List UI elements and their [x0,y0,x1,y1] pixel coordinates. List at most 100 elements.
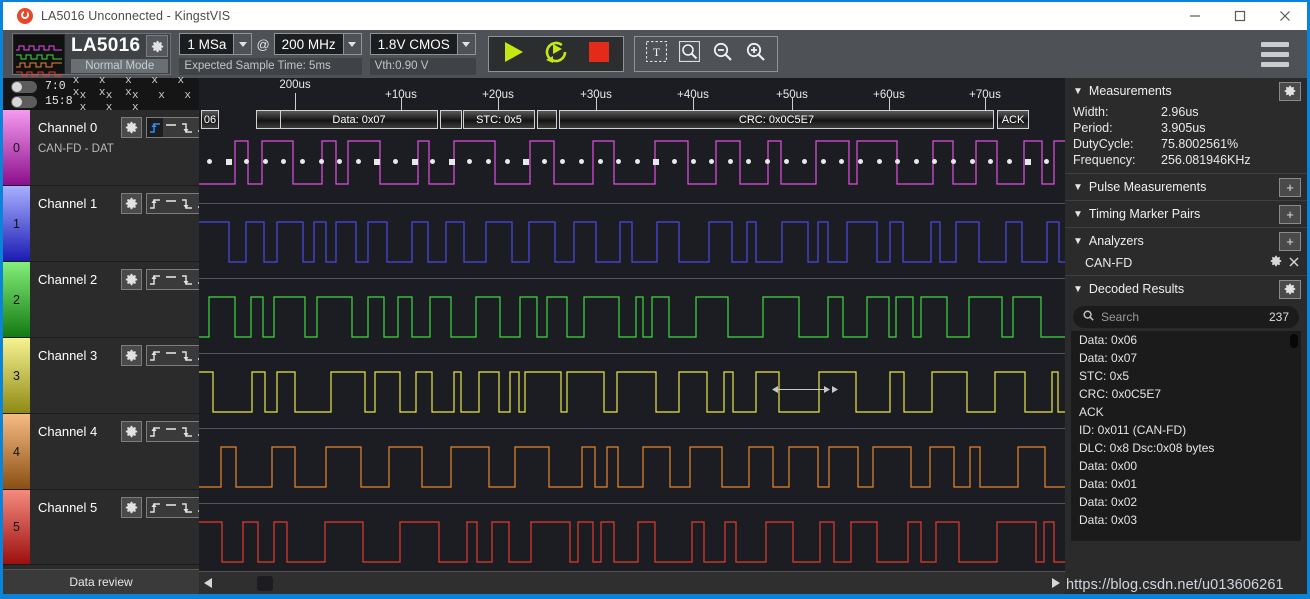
chevron-right-icon[interactable] [1047,573,1065,593]
decoded-results-list[interactable]: Data: 0x06 Data: 0x07 STC: 0x5 CRC: 0x0C5E7… [1071,331,1301,541]
decoded-annotation-block[interactable]: STC: 0x5 [463,110,535,129]
analyzers-header[interactable]: ▼ Analyzers + [1065,228,1307,254]
gear-icon[interactable] [121,497,142,518]
decoded-annotation-block[interactable]: ACK [997,110,1029,129]
rising-edge-icon[interactable] [147,498,163,517]
close-button[interactable] [1262,2,1307,30]
gear-icon[interactable] [121,345,142,366]
high-level-icon[interactable] [163,346,179,365]
waveform-lane-2[interactable] [199,279,1065,354]
channel-group-toggle-low[interactable] [11,80,37,93]
decoded-result-row[interactable]: Data: 0x03 [1071,511,1301,529]
maximize-button[interactable] [1217,2,1262,30]
chevron-down-icon[interactable]: ▼ [1073,236,1083,247]
high-level-icon[interactable] [163,194,179,213]
data-review-button[interactable]: Data review [3,569,199,594]
add-pulse-measurement-button[interactable]: + [1279,177,1301,197]
decoded-annotation-block[interactable] [440,110,462,129]
waveform-area[interactable]: 200us +10us +20us +30us +40us +50us +60us +70us… [199,78,1065,594]
gear-icon[interactable] [121,117,142,138]
zoom-area-button[interactable] [678,40,700,67]
horizontal-scrollbar[interactable] [199,571,1065,594]
falling-edge-icon[interactable] [179,422,195,441]
chevron-down-icon[interactable]: ▼ [1073,209,1083,220]
channel-name[interactable]: Channel 2 [38,272,121,287]
high-level-icon[interactable] [163,270,179,289]
decoded-result-row[interactable]: Data: 0x07 [1071,349,1301,367]
text-select-button[interactable]: T [645,40,667,67]
high-level-icon[interactable] [163,498,179,517]
device-settings-button[interactable] [146,35,169,57]
add-analyzer-button[interactable]: + [1279,231,1301,251]
decoded-result-row[interactable]: STC: 0x5 [1071,367,1301,385]
stop-capture-button[interactable] [588,41,609,67]
waveform-lane-4[interactable] [199,429,1065,504]
falling-edge-icon[interactable] [179,498,195,517]
channel-color-strip[interactable]: 4 [3,414,30,489]
falling-edge-icon[interactable] [179,194,195,213]
start-capture-button[interactable] [503,40,525,69]
decoded-results-header[interactable]: ▼ Decoded Results [1065,276,1307,302]
channel-color-strip[interactable]: 3 [3,338,30,413]
waveform-lane-3[interactable] [199,354,1065,429]
rising-edge-icon[interactable] [147,194,163,213]
chevron-down-icon[interactable]: ▼ [1073,182,1083,193]
sample-depth-select[interactable]: 1 MSa [179,33,253,55]
minimize-button[interactable] [1172,2,1217,30]
results-scrollbar-thumb[interactable] [1290,334,1298,348]
decoded-result-row[interactable]: Data: 0x01 [1071,475,1301,493]
decoded-annotation-block[interactable]: 06 [201,110,219,129]
gear-icon[interactable] [121,193,142,214]
chevron-down-icon[interactable] [342,34,361,54]
pulse-measurements-header[interactable]: ▼ Pulse Measurements + [1065,174,1307,200]
hamburger-menu-icon[interactable] [1261,41,1289,67]
gear-icon[interactable] [121,269,142,290]
decoded-result-row[interactable]: DLC: 0x8 Dsc:0x08 bytes [1071,439,1301,457]
chevron-down-icon[interactable] [456,34,475,54]
decoded-results-settings-button[interactable] [1279,279,1301,299]
waveform-lane-1[interactable] [199,204,1065,279]
channel-name[interactable]: Channel 1 [38,196,121,211]
search-input[interactable]: Search 237 [1073,306,1299,328]
decoded-annotation-block[interactable] [537,110,557,129]
channel-color-strip[interactable]: 0 [3,110,30,185]
gear-icon[interactable] [1270,255,1282,270]
timing-marker-pairs-header[interactable]: ▼ Timing Marker Pairs + [1065,201,1307,227]
decoded-result-row[interactable]: Data: 0x06 [1071,331,1301,349]
rising-edge-icon[interactable] [147,118,163,137]
channel-name[interactable]: Channel 4 [38,424,121,439]
falling-edge-icon[interactable] [179,118,195,137]
measurements-settings-button[interactable] [1279,81,1301,101]
channel-color-strip[interactable]: 5 [3,490,30,564]
loop-capture-button[interactable] [543,40,571,69]
waveform-lane-0[interactable] [199,129,1065,204]
decoded-result-row[interactable]: ACK [1071,403,1301,421]
sample-rate-select[interactable]: 200 MHz [273,33,362,55]
close-icon[interactable] [1289,256,1299,270]
channel-name[interactable]: Channel 0 [38,120,121,135]
zoom-out-button[interactable] [712,41,733,67]
high-level-icon[interactable] [163,422,179,441]
chevron-down-icon[interactable]: ▼ [1073,86,1083,97]
rising-edge-icon[interactable] [147,270,163,289]
voltage-level-select[interactable]: 1.8V CMOS [369,33,476,55]
waveform-lane-5[interactable] [199,504,1065,579]
rising-edge-icon[interactable] [147,422,163,441]
channel-color-strip[interactable]: 2 [3,262,30,337]
high-level-icon[interactable] [163,118,179,137]
decoded-result-row[interactable]: Data: 0x02 [1071,493,1301,511]
chevron-down-icon[interactable] [233,34,252,54]
decoded-result-row[interactable]: CRC: 0x0C5E7 [1071,385,1301,403]
chevron-down-icon[interactable]: ▼ [1073,284,1083,295]
gear-icon[interactable] [121,421,142,442]
channel-name[interactable]: Channel 5 [38,500,121,515]
channel-name[interactable]: Channel 3 [38,348,121,363]
decoded-result-row[interactable]: Data: 0x00 [1071,457,1301,475]
chevron-left-icon[interactable] [199,573,217,593]
analyzer-item-can-fd[interactable]: CAN-FD [1065,254,1307,275]
scrollbar-thumb[interactable] [257,576,273,591]
channel-group-toggle-high[interactable] [11,95,37,108]
measurements-header[interactable]: ▼ Measurements [1065,78,1307,104]
falling-edge-icon[interactable] [179,346,195,365]
decoded-annotation-bar[interactable]: 06 Data: 0x07 STC: 0x5 CRC: 0x0C5E7 ACK [199,110,1065,129]
